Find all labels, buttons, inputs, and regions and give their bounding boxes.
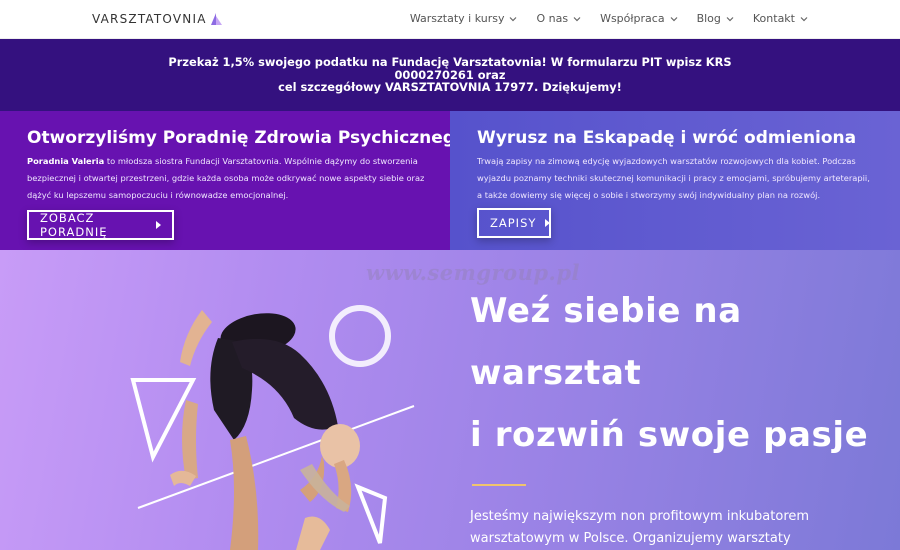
hero-title-line: i rozwiń swoje pasje [470, 415, 869, 455]
nav-item-label: Kontakt [752, 12, 795, 25]
banner-line-2: cel szczegółowy VARSZTATOVNIA 17977. Dzi… [278, 80, 622, 95]
zobacz-poradnie-button[interactable]: ZOBACZ PORADNIĘ [27, 210, 174, 240]
hero-title-line: Weź siebie na [470, 291, 742, 331]
hero-title-line: warsztat [470, 353, 642, 393]
play-arrow-icon [156, 221, 161, 229]
button-label: ZOBACZ PORADNIĘ [40, 211, 108, 239]
nav-item-blog[interactable]: Blog [697, 12, 734, 25]
main-nav: Warsztaty i kursy O nas Współpraca Blog … [410, 12, 808, 25]
logo-mark-icon [210, 13, 222, 25]
accent-divider [472, 484, 526, 486]
chevron-down-icon [510, 16, 517, 21]
nav-item-label: Warsztaty i kursy [409, 12, 505, 25]
banner-text: Przekaż 1,5% swojego podatku na Fundację… [150, 56, 750, 94]
promo-eskapada: Wyrusz na Eskapadę i wróć odmieniona Trw… [450, 111, 900, 250]
chevron-down-icon [800, 16, 808, 21]
promo-title: Otworzyliśmy Poradnię Zdrowia Psychiczne… [27, 128, 475, 148]
promo-text: Poradnia Valeria to młodsza siostra Fund… [27, 153, 427, 203]
logo-text: VARSZTATOVNIA [92, 12, 207, 26]
chevron-down-icon [573, 16, 581, 21]
hero-title: Weź siebie na warsztat i rozwiń swoje pa… [470, 280, 868, 466]
nav-item-warsztaty[interactable]: Warsztaty i kursy [410, 12, 518, 25]
nav-item-label: Współpraca [600, 12, 665, 25]
play-arrow-icon [545, 219, 551, 227]
hero-illustration [130, 305, 415, 550]
hero-text: Jesteśmy największym non profitowym inku… [470, 509, 810, 546]
nav-item-label: Blog [696, 12, 721, 25]
button-label: ZAPISY [490, 216, 537, 230]
nav-item-wspolpraca[interactable]: Współpraca [600, 12, 677, 25]
chevron-down-icon [726, 16, 734, 21]
promo-text: Trwają zapisy na zimową edycję wyjazdowy… [477, 156, 870, 200]
promo-poradnia: Otworzyliśmy Poradnię Zdrowia Psychiczne… [0, 111, 474, 250]
banner-line-1: Przekaż 1,5% swojego podatku na Fundację… [168, 55, 732, 82]
logo[interactable]: VARSZTATOVNIA [92, 12, 223, 26]
hero-section: www.semgroup.pl Weź siebie na warsztat i… [0, 250, 900, 550]
chevron-down-icon [670, 16, 677, 21]
site-header: VARSZTATOVNIA Warsztaty i kursy O nas Ws… [0, 0, 900, 39]
nav-item-o-nas[interactable]: O nas [536, 12, 581, 25]
zapisy-button[interactable]: ZAPISY [477, 208, 551, 238]
tax-donation-banner: Przekaż 1,5% swojego podatku na Fundację… [0, 39, 900, 111]
nav-item-kontakt[interactable]: Kontakt [753, 12, 808, 25]
promo-title: Wyrusz na Eskapadę i wróć odmieniona [477, 128, 857, 148]
promo-text-bold: Poradnia Valeria [27, 156, 105, 166]
nav-item-label: O nas [536, 12, 569, 25]
